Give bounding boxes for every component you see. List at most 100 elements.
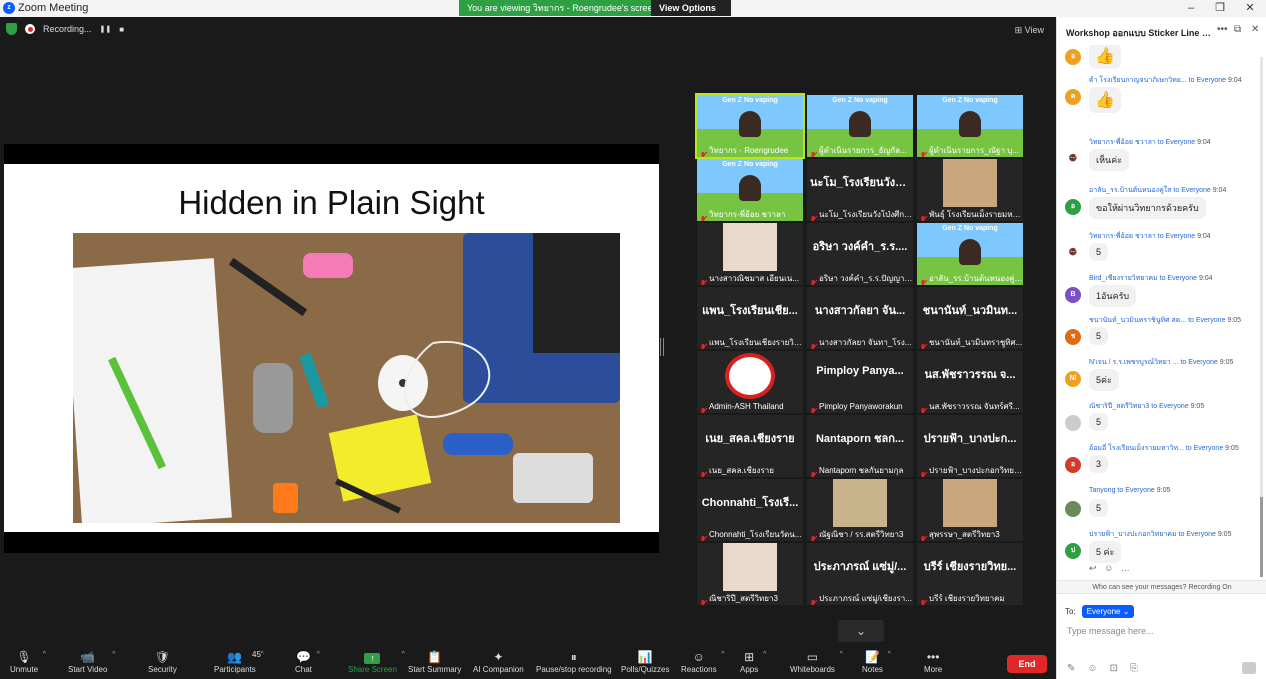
toolbar-reactions-button[interactable]: ☺ Reactions ^ — [681, 647, 725, 679]
caret-up-icon[interactable]: ^ — [261, 651, 264, 658]
participant-tile[interactable]: พันธุ์ โรงเรียนเม็งรายมหาร... — [917, 159, 1023, 221]
avatar[interactable]: อ — [1065, 199, 1081, 215]
participant-tile[interactable]: Gen Z No vaping วิทยากร - Roengrudee — [695, 93, 805, 159]
avatar[interactable]: ช — [1065, 329, 1081, 345]
participant-display-name: นะโม_โรงเรียนวังโ... — [810, 177, 911, 189]
avatar[interactable]: อ — [1065, 49, 1081, 65]
participant-tile[interactable]: สุพรรษา_สตรีวิทยา3 — [917, 479, 1023, 541]
sender-name[interactable]: ปรายฟ้า_บางปะกอกวิทยาคม — [1089, 531, 1177, 538]
message-text: เห็นค่ะ — [1089, 149, 1130, 171]
sender-name[interactable]: ต้า โรงเรียนกาญจนาภิเษกวิทย... — [1089, 77, 1187, 84]
caret-up-icon[interactable]: ^ — [402, 651, 405, 658]
avatar[interactable]: B — [1065, 287, 1081, 303]
sender-name[interactable]: ณิชาริปี_สตรีวิทยา3 — [1089, 403, 1149, 410]
toolbar-security-button[interactable]: 🛡 Security — [148, 647, 177, 679]
participant-tile[interactable]: ชนานันท์_นวมินท... ชนานันท์_นวมินทราชูทิศ… — [917, 287, 1023, 349]
participant-tile[interactable]: ปรายฟ้า_บางปะก... ปรายฟ้า_บางปะกอกวิทยา..… — [917, 415, 1023, 477]
chat-scrollbar[interactable] — [1260, 57, 1263, 577]
stop-recording-button[interactable]: ■ — [119, 25, 124, 34]
caret-up-icon[interactable]: ^ — [888, 651, 891, 658]
participant-tile[interactable]: นส.พัชราวรรณ จ... นส.พัชราวรรณ จันทร์ศรี.… — [917, 351, 1023, 413]
participant-display-name: แพน_โรงเรียนเชีย... — [702, 305, 798, 317]
participant-tile[interactable]: Chonnahti_โรงเรี... Chonnahti_โรงเรียนวัด… — [697, 479, 803, 541]
file-icon[interactable]: ⎘ — [1130, 663, 1138, 674]
participant-tile[interactable]: Nantaporn ชลก... Nantaporn ชลกันยามกุล — [807, 415, 913, 477]
avatar[interactable] — [1065, 501, 1081, 517]
toolbar-polls-quizzes-button[interactable]: 📊 Polls/Quizzes — [621, 647, 669, 679]
avatar[interactable]: ป — [1065, 543, 1081, 559]
toolbar-pause-stop-recording-button[interactable]: ⏸ Pause/stop recording — [536, 647, 612, 679]
message-input[interactable]: Type message here... — [1067, 626, 1154, 636]
participant-tile[interactable]: ณิชาริปี_สตรีวิทยา3 — [697, 543, 803, 605]
caret-up-icon[interactable]: ^ — [763, 651, 766, 658]
sender-name[interactable]: อ้อมอี่ โรงเรียนเม็งรายมหาวิท... — [1089, 445, 1184, 452]
sender-name[interactable]: Tanyong — [1089, 487, 1115, 494]
view-button[interactable]: ⊞ View — [1015, 25, 1044, 36]
toolbar-participants-button[interactable]: 👥 45 Participants ^ — [214, 647, 264, 679]
sender-name[interactable]: วิทยากร-พี่อ้อย ชวาลา — [1089, 139, 1156, 146]
participant-tile[interactable]: ประภาภรณ์ แซ่มู่/... ประภาภรณ์ แซ่มู่/เชี… — [807, 543, 913, 605]
sender-name[interactable]: วิทยากร-พี่อ้อย ชวาลา — [1089, 233, 1156, 240]
end-meeting-button[interactable]: End — [1007, 655, 1047, 673]
recipient-dropdown[interactable]: Everyone ⌄ — [1081, 605, 1135, 618]
caret-up-icon[interactable]: ^ — [317, 651, 320, 658]
sender-name[interactable]: Bird_เชียงรายวิทยาคม — [1089, 275, 1158, 282]
sender-name[interactable]: N'เจน / ร.ร.เพชรบูรณ์วิทยา ... — [1089, 359, 1179, 366]
avatar[interactable]: 🚭 — [1065, 245, 1081, 261]
screenshot-icon[interactable]: ⊡ — [1110, 663, 1118, 674]
emoji-react-icon[interactable]: ☺ — [1104, 563, 1113, 573]
timestamp: 9:05 — [1217, 531, 1232, 538]
format-icon[interactable]: ✎ — [1067, 663, 1075, 674]
toolbar-more-button[interactable]: ••• More — [924, 647, 942, 679]
toolbar-ai-companion-button[interactable]: ✦ AI Companion — [473, 647, 524, 679]
participant-tile[interactable]: แพน_โรงเรียนเชีย... แพน_โรงเรียนเชียงรายว… — [697, 287, 803, 349]
participant-tile[interactable]: ณัฐณิชา / รร.สตรีวิทยา3 — [807, 479, 913, 541]
gallery-scroll-down-button[interactable]: ⌄ — [838, 620, 884, 642]
send-icon[interactable] — [1242, 662, 1256, 674]
toolbar-apps-button[interactable]: ⊞ Apps ^ — [740, 647, 766, 679]
toolbar-chat-button[interactable]: 💬 Chat ^ — [295, 647, 320, 679]
participant-tile[interactable]: บรีร์ เชียงรายวิทย... บรีร์ เชียงรายวิทยา… — [917, 543, 1023, 605]
who-can-see-notice[interactable]: Who can see your messages? Recording On — [1057, 580, 1266, 594]
participant-tile[interactable]: Gen Z No vaping อาลัน_รร.บ้านต้นหนองคู่ใส — [917, 223, 1023, 285]
close-chat-icon[interactable]: ✕ — [1251, 24, 1259, 35]
caret-up-icon[interactable]: ^ — [112, 651, 115, 658]
participant-tile[interactable]: Gen Z No vaping ผู้ดำเนินรายการ_ธัญกัล... — [807, 95, 913, 157]
participant-tile[interactable]: นะโม_โรงเรียนวังโ... นะโม_โรงเรียนวังโป่ง… — [807, 159, 913, 221]
splitter-handle[interactable] — [660, 338, 664, 356]
toolbar-notes-button[interactable]: 📝 Notes ^ — [862, 647, 891, 679]
avatar[interactable]: N/ — [1065, 371, 1081, 387]
participant-tile[interactable]: Admin-ASH Thailand — [697, 351, 803, 413]
toolbar-start-summary-button[interactable]: 📋 Start Summary — [408, 647, 461, 679]
reply-icon[interactable]: ↩ — [1089, 563, 1097, 573]
maximize-button[interactable]: ❐ — [1205, 0, 1235, 17]
avatar[interactable] — [1065, 415, 1081, 431]
toolbar-unmute-button[interactable]: 🎙 Unmute ^ — [10, 647, 46, 679]
participant-tile[interactable]: Pimploy Panya... Pimploy Panyaworakun — [807, 351, 913, 413]
more-options-icon[interactable]: ••• — [1217, 24, 1228, 35]
participant-tile[interactable]: Gen Z No vaping วิทยากร-พี่อ้อย ชวาลา — [697, 159, 803, 221]
participant-tile[interactable]: นางสาวกัลยา จัน... นางสาวกัลยา จันทา_โรง.… — [807, 287, 913, 349]
close-window-button[interactable]: ✕ — [1235, 0, 1265, 17]
popout-icon[interactable]: ⧉ — [1234, 24, 1241, 35]
caret-up-icon[interactable]: ^ — [840, 651, 843, 658]
avatar[interactable]: 🚭 — [1065, 151, 1081, 167]
toolbar-whiteboards-button[interactable]: ▭ Whiteboards ^ — [790, 647, 843, 679]
caret-up-icon[interactable]: ^ — [43, 651, 46, 658]
sender-name[interactable]: อาลัน_รร.บ้านต้นหนองคู่ใส — [1089, 187, 1171, 194]
view-options-button[interactable]: View Options ⌄ — [651, 0, 731, 29]
pause-recording-button[interactable]: ❚❚ — [100, 25, 112, 33]
participant-tile[interactable]: นางสาวณิชมาส เอียนเน... — [697, 223, 803, 285]
more-icon[interactable]: … — [1121, 563, 1130, 573]
participant-tile[interactable]: อริษา วงค์คำ_ร.ร.... อริษา วงค์คำ_ร.ร.ปัญ… — [807, 223, 913, 285]
participant-tile[interactable]: เนย_สคล.เชียงราย เนย_สคล.เชียงราย — [697, 415, 803, 477]
caret-up-icon[interactable]: ^ — [721, 651, 724, 658]
participant-tile[interactable]: Gen Z No vaping ผู้ดำเนินรายการ_ณัฐา บุ..… — [917, 95, 1023, 157]
toolbar-share-screen-button[interactable]: ↑ Share Screen ^ — [348, 647, 405, 679]
minimize-button[interactable]: – — [1176, 0, 1206, 17]
avatar[interactable]: ต — [1065, 89, 1081, 105]
emoji-icon[interactable]: ☺ — [1087, 663, 1097, 674]
sender-name[interactable]: ชนานันท์_นวมินทราชินูทิศ สต... — [1089, 317, 1186, 324]
toolbar-start-video-button[interactable]: 📹 Start Video ^ — [68, 647, 115, 679]
avatar[interactable]: อ — [1065, 457, 1081, 473]
